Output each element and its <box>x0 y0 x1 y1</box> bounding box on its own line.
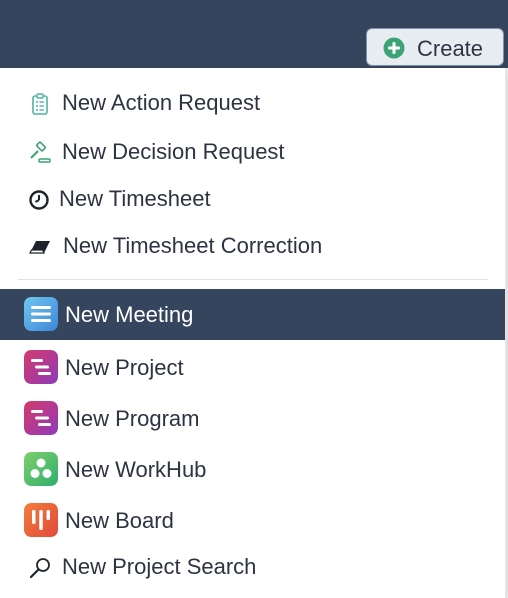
menu-item-label: New Project Search <box>62 554 257 579</box>
menu-item-new-board[interactable]: New Board <box>0 496 505 546</box>
project-app-icon <box>24 350 58 384</box>
create-button[interactable]: Create <box>366 28 504 66</box>
magnifier-icon <box>29 558 50 579</box>
menu-item-new-decision-request[interactable]: New Decision Request <box>0 129 505 177</box>
clipboard-icon <box>32 93 48 115</box>
board-app-icon <box>24 503 58 537</box>
plus-circle-icon <box>383 37 405 59</box>
gavel-icon <box>30 141 51 163</box>
menu-item-new-timesheet[interactable]: New Timesheet <box>0 176 505 224</box>
create-dropdown-menu: New Action Request New Decision Request … <box>0 68 506 598</box>
menu-item-new-timesheet-correction[interactable]: New Timesheet Correction <box>0 223 505 271</box>
menu-item-label: New Decision Request <box>62 139 285 164</box>
menu-item-label: New Timesheet <box>59 186 211 211</box>
menu-item-label: New Board <box>65 508 174 533</box>
menu-item-new-workhub[interactable]: New WorkHub <box>0 445 505 495</box>
clock-icon <box>29 190 49 210</box>
eraser-icon <box>29 241 50 254</box>
menu-divider <box>18 279 488 280</box>
program-app-icon <box>24 401 58 435</box>
menu-item-new-project-search[interactable]: New Project Search <box>0 544 505 592</box>
menu-item-label: New Program <box>65 406 200 431</box>
create-button-label: Create <box>417 36 484 61</box>
menu-item-new-program[interactable]: New Program <box>0 394 505 444</box>
menu-item-label: New Meeting <box>65 302 194 327</box>
meeting-app-icon <box>24 297 58 331</box>
menu-item-label: New Timesheet Correction <box>63 233 323 258</box>
workhub-app-icon <box>24 452 58 486</box>
menu-item-new-meeting[interactable]: New Meeting <box>0 289 505 340</box>
menu-item-label: New Project <box>65 355 184 380</box>
menu-item-label: New Action Request <box>62 90 261 115</box>
menu-item-new-project[interactable]: New Project <box>0 343 505 393</box>
menu-item-label: New WorkHub <box>65 457 207 482</box>
top-bar: Create <box>0 0 508 68</box>
menu-item-new-action-request[interactable]: New Action Request <box>0 80 505 128</box>
